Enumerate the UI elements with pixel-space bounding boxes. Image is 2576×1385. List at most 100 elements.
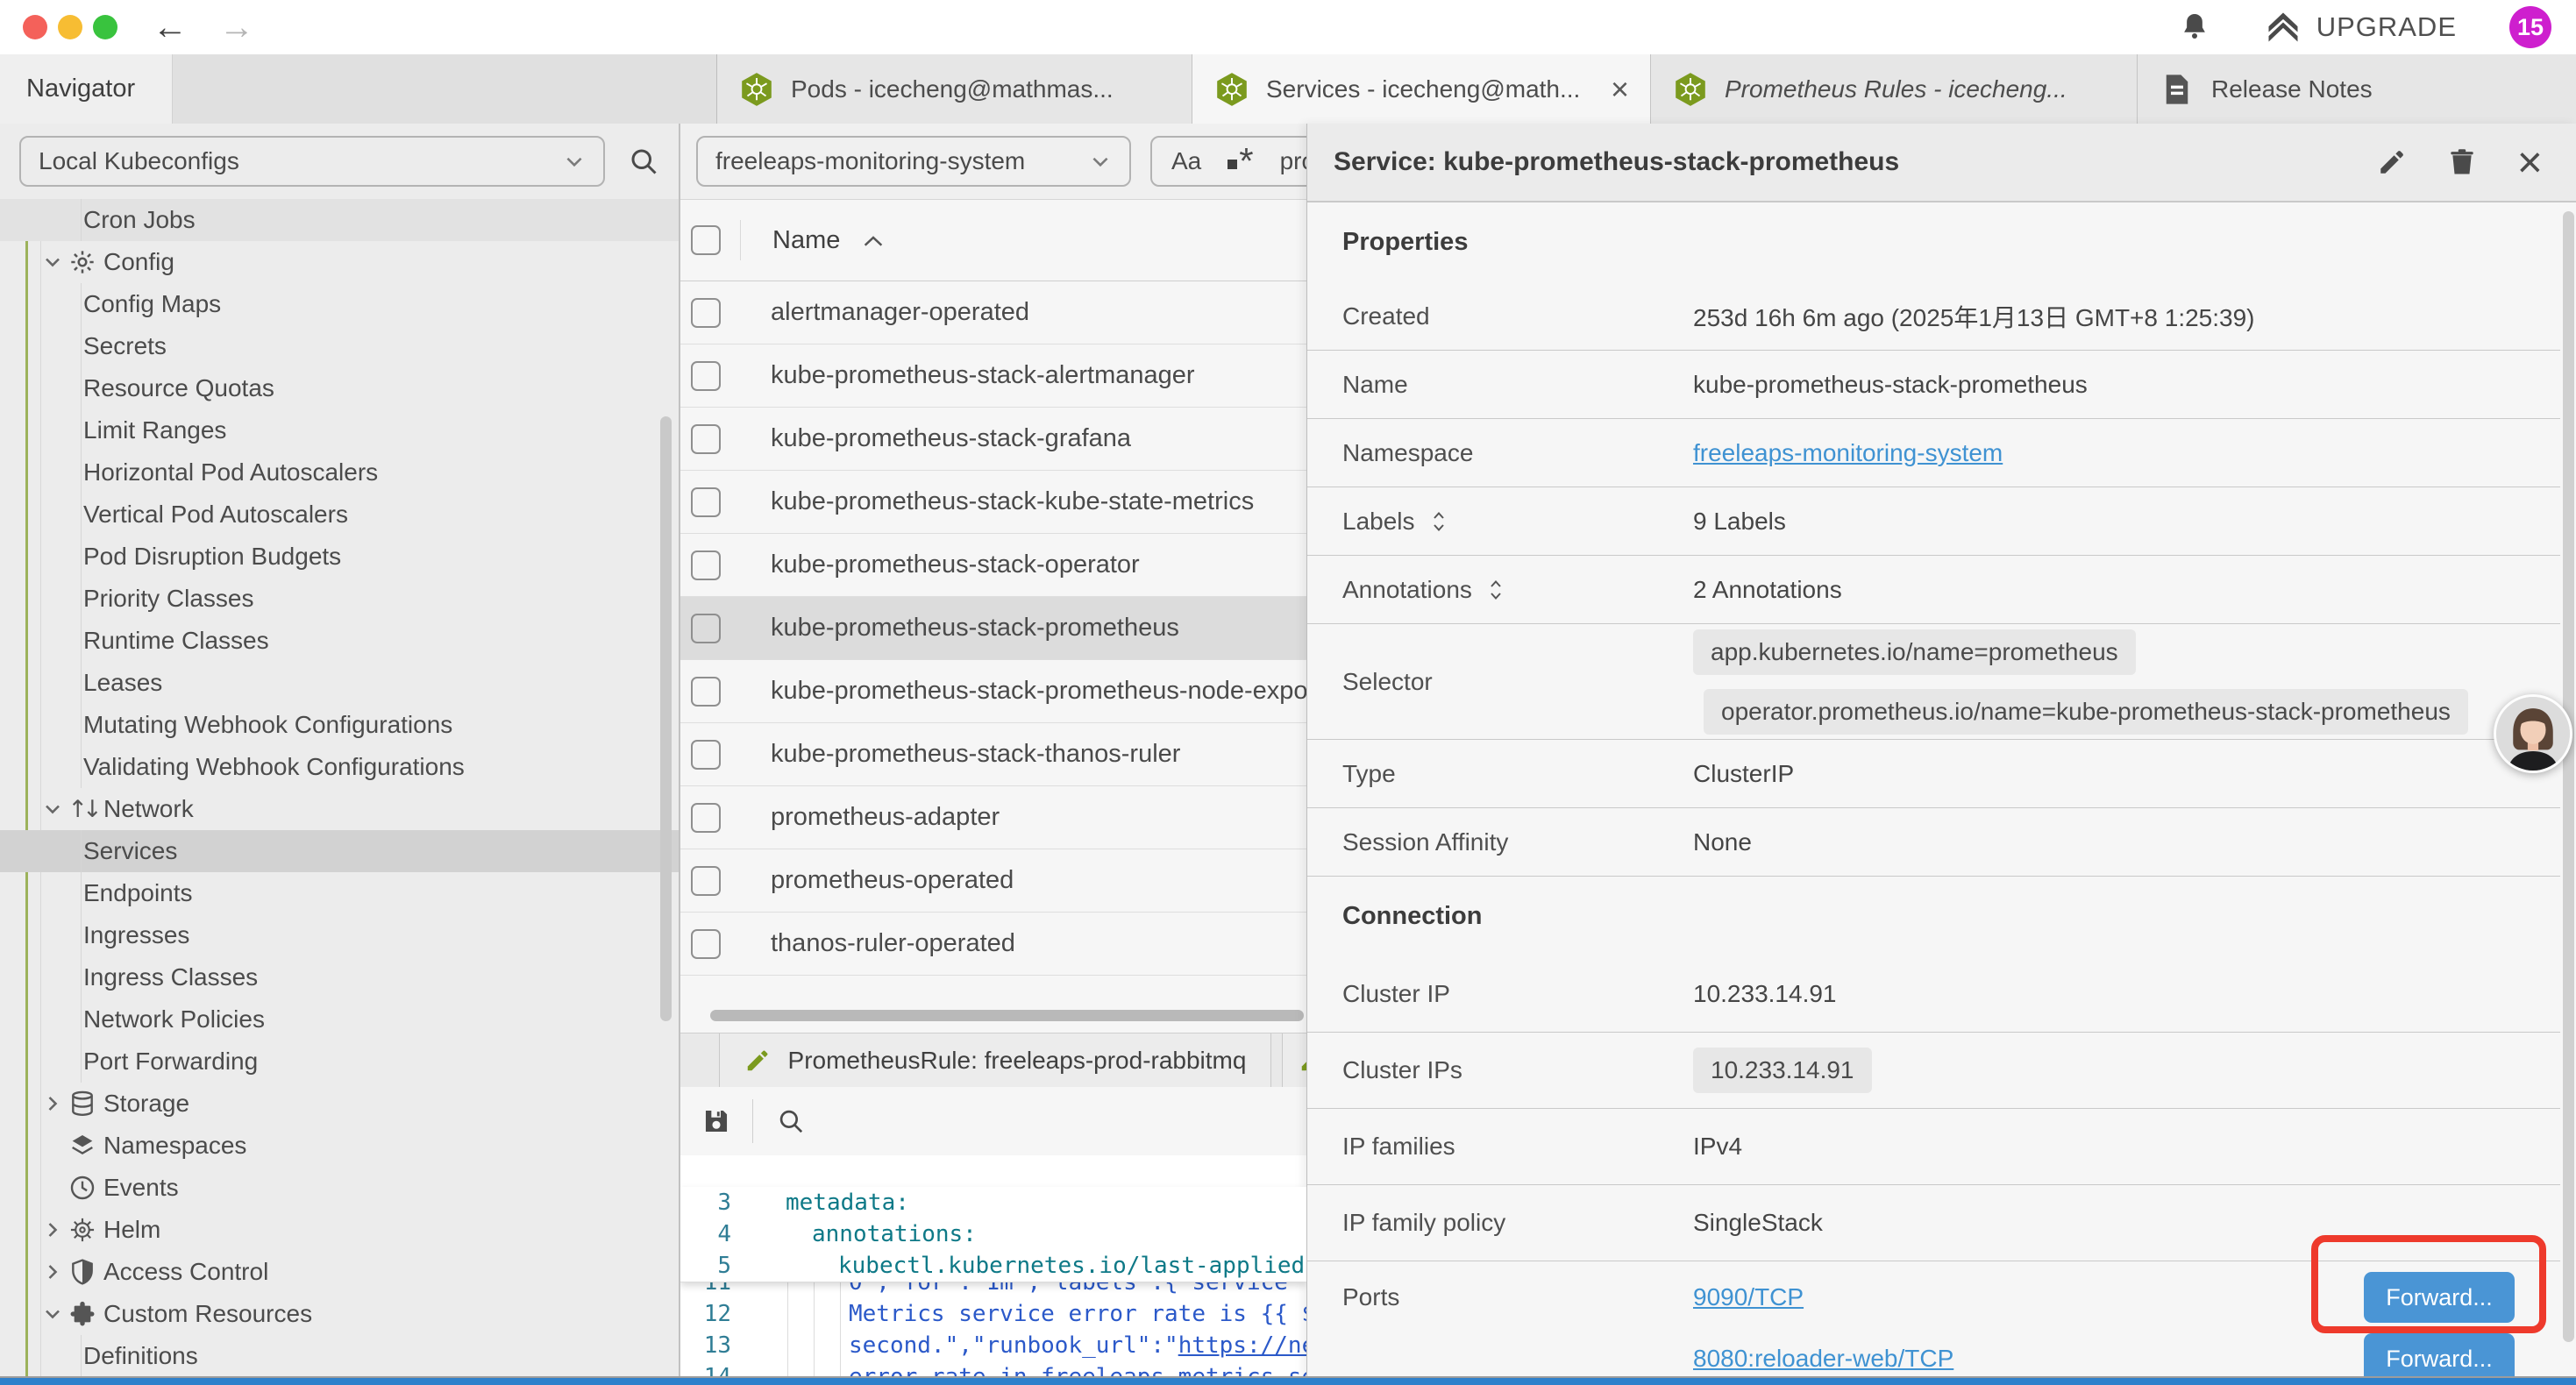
sort-ascending-icon[interactable] <box>861 233 886 248</box>
table-row-prometheus-adapter[interactable]: prometheus-adapter <box>680 786 1306 849</box>
tab-close-icon[interactable]: × <box>1600 71 1629 108</box>
sidebar-item-custom-resources[interactable]: Custom Resources <box>0 1293 679 1335</box>
table-row-thanos-ruler-operated[interactable]: thanos-ruler-operated <box>680 913 1306 976</box>
forward-button[interactable]: Forward... <box>2364 1333 2515 1378</box>
row-checkbox[interactable] <box>691 803 721 833</box>
kubeconfig-selector[interactable]: Local Kubeconfigs <box>19 136 605 187</box>
panel-scrollbar[interactable] <box>2563 211 2574 1342</box>
sidebar-item-resource-quotas[interactable]: Resource Quotas <box>0 367 679 409</box>
bell-icon[interactable] <box>2178 11 2211 44</box>
sort-updown-icon[interactable] <box>1431 509 1447 534</box>
sidebar-item-network[interactable]: ↑↓Network <box>0 788 679 830</box>
sort-updown-icon[interactable] <box>1488 578 1504 602</box>
sidebar-item-namespaces[interactable]: Namespaces <box>0 1125 679 1167</box>
sidebar-item-access-control[interactable]: Access Control <box>0 1251 679 1293</box>
sidebar-item-services[interactable]: Services <box>0 830 679 872</box>
notification-badge[interactable]: 15 <box>2509 6 2551 48</box>
table-search-input[interactable]: Aa * prome <box>1150 136 1306 187</box>
table-row-kube-prometheus-stack-operator[interactable]: kube-prometheus-stack-operator <box>680 534 1306 597</box>
row-checkbox[interactable] <box>691 361 721 391</box>
table-row-kube-prometheus-stack-prometheus-node-expor[interactable]: kube-prometheus-stack-prometheus-node-ex… <box>680 660 1306 723</box>
minimize-window-button[interactable] <box>58 15 82 39</box>
navigator-panel-tab[interactable]: Navigator <box>0 54 173 124</box>
port-link[interactable]: 8080:reloader-web/TCP <box>1693 1345 1953 1373</box>
sidebar-item-horizontal-pod-autoscalers[interactable]: Horizontal Pod Autoscalers <box>0 451 679 494</box>
table-row-kube-prometheus-stack-kube-state-metrics[interactable]: kube-prometheus-stack-kube-state-metrics <box>680 471 1306 534</box>
sidebar-item-secrets[interactable]: Secrets <box>0 325 679 367</box>
sidebar-item-leases[interactable]: Leases <box>0 662 679 704</box>
delete-trash-icon[interactable] <box>2447 147 2477 177</box>
yaml-editor[interactable]: 3metadata:4annotations:5kubectl.kubernet… <box>680 1155 1306 1378</box>
tab-prometheus-rules-icecheng[interactable]: Prometheus Rules - icecheng... <box>1651 54 2138 124</box>
chevron-down-icon[interactable] <box>42 799 63 820</box>
row-checkbox[interactable] <box>691 550 721 580</box>
row-checkbox[interactable] <box>691 866 721 896</box>
chevron-down-icon[interactable] <box>42 252 63 273</box>
sidebar-item-runtime-classes[interactable]: Runtime Classes <box>0 620 679 662</box>
sidebar-item-endpoints[interactable]: Endpoints <box>0 872 679 914</box>
sidebar-item-vertical-pod-autoscalers[interactable]: Vertical Pod Autoscalers <box>0 494 679 536</box>
table-row-alertmanager-operated[interactable]: alertmanager-operated <box>680 281 1306 344</box>
name-column-header[interactable]: Name <box>772 226 840 255</box>
select-all-checkbox[interactable] <box>691 225 721 255</box>
horizontal-scrollbar[interactable] <box>710 1010 1304 1021</box>
row-checkbox[interactable] <box>691 929 721 959</box>
sidebar-item-validating-webhook-configurations[interactable]: Validating Webhook Configurations <box>0 746 679 788</box>
chevron-down-icon[interactable] <box>42 1303 63 1325</box>
edit-pencil-icon[interactable] <box>2377 147 2407 177</box>
port-link[interactable]: 9090/TCP <box>1693 1283 1804 1311</box>
sidebar-item-network-policies[interactable]: Network Policies <box>0 998 679 1041</box>
sidebar-item-limit-ranges[interactable]: Limit Ranges <box>0 409 679 451</box>
editor-tab-prometheusrule[interactable]: PrometheusRule: freeleaps-prod-rabbitmq <box>719 1033 1271 1088</box>
sidebar-item-pod-disruption-budgets[interactable]: Pod Disruption Budgets <box>0 536 679 578</box>
sidebar-item-label: Namespaces <box>103 1132 246 1160</box>
sidebar-item-config-maps[interactable]: Config Maps <box>0 283 679 325</box>
table-row-kube-prometheus-stack-alertmanager[interactable]: kube-prometheus-stack-alertmanager <box>680 344 1306 408</box>
table-row-kube-prometheus-stack-prometheus[interactable]: kube-prometheus-stack-prometheus <box>680 597 1306 660</box>
back-arrow-icon[interactable]: ← <box>153 10 188 45</box>
save-icon[interactable] <box>701 1106 731 1136</box>
chevron-right-icon[interactable] <box>42 1219 63 1240</box>
code-segment[interactable]: https://net <box>1178 1332 1306 1359</box>
chevron-right-icon[interactable] <box>42 1093 63 1114</box>
row-checkbox[interactable] <box>691 740 721 770</box>
chevron-right-icon[interactable] <box>42 1261 63 1282</box>
namespace-filter-select[interactable]: freeleaps-monitoring-system <box>696 136 1131 187</box>
sidebar-item-events[interactable]: Events <box>0 1167 679 1209</box>
sidebar-item-config[interactable]: Config <box>0 241 679 283</box>
property-value[interactable]: freeleaps-monitoring-system <box>1693 439 2003 467</box>
sidebar-scrollbar[interactable] <box>660 416 672 1021</box>
regex-toggle[interactable]: * <box>1228 148 1253 174</box>
close-window-button[interactable] <box>23 15 47 39</box>
table-row-kube-prometheus-stack-grafana[interactable]: kube-prometheus-stack-grafana <box>680 408 1306 471</box>
forward-button[interactable]: Forward... <box>2364 1272 2515 1323</box>
tab-services-icecheng-math[interactable]: Services - icecheng@math...× <box>1192 54 1651 124</box>
tab-release-notes[interactable]: Release Notes <box>2138 54 2576 124</box>
maximize-window-button[interactable] <box>93 15 117 39</box>
row-checkbox[interactable] <box>691 487 721 517</box>
user-avatar[interactable] <box>2494 694 2572 773</box>
match-case-toggle[interactable]: Aa <box>1171 147 1201 175</box>
sidebar-item-helm[interactable]: Helm <box>0 1209 679 1251</box>
row-checkbox[interactable] <box>691 424 721 454</box>
sidebar-item-mutating-webhook-configurations[interactable]: Mutating Webhook Configurations <box>0 704 679 746</box>
sidebar-item-storage[interactable]: Storage <box>0 1083 679 1125</box>
sidebar-item-priority-classes[interactable]: Priority Classes <box>0 578 679 620</box>
row-checkbox[interactable] <box>691 298 721 328</box>
table-row-kube-prometheus-stack-thanos-ruler[interactable]: kube-prometheus-stack-thanos-ruler <box>680 723 1306 786</box>
sidebar-item-ingresses[interactable]: Ingresses <box>0 914 679 956</box>
sidebar-item-port-forwarding[interactable]: Port Forwarding <box>0 1041 679 1083</box>
forward-arrow-icon[interactable]: → <box>219 10 254 45</box>
editor-search-icon[interactable] <box>776 1106 806 1136</box>
row-checkbox[interactable] <box>691 677 721 707</box>
search-icon[interactable] <box>628 146 659 177</box>
editor-tab-next[interactable] <box>1282 1033 1306 1088</box>
sidebar-item-definitions[interactable]: Definitions <box>0 1335 679 1377</box>
sidebar-item-ingress-classes[interactable]: Ingress Classes <box>0 956 679 998</box>
close-icon[interactable]: × <box>2517 140 2543 184</box>
table-row-prometheus-operated[interactable]: prometheus-operated <box>680 849 1306 913</box>
row-checkbox[interactable] <box>691 614 721 643</box>
upgrade-button[interactable]: UPGRADE <box>2264 8 2457 46</box>
tab-pods-icecheng-mathmas[interactable]: Pods - icecheng@mathmas... <box>717 54 1192 124</box>
sidebar-item-cron-jobs[interactable]: Cron Jobs <box>0 199 679 241</box>
